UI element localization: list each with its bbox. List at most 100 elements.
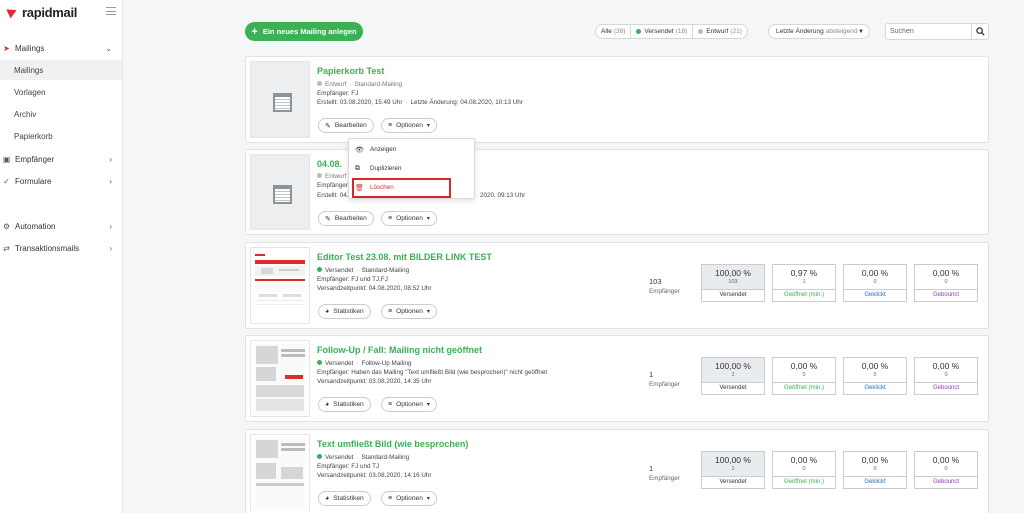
logo-mark-icon (6, 5, 19, 19)
options-button[interactable]: ≡ Optionen ▾ (381, 118, 437, 133)
options-button[interactable]: ≡ Optionen ▾ (381, 211, 437, 226)
sidebar-item-mailings-group[interactable]: ➤ Mailings ⌄ (0, 38, 122, 58)
mailing-title[interactable]: Papierkorb Test (317, 66, 384, 76)
mailing-card: Text umfließt Bild (wie besprochen) Vers… (245, 429, 989, 513)
check-icon: ✓ (3, 176, 10, 186)
mailing-recipients: Empfänger: FJ (317, 90, 359, 97)
stat-label: Geklickt (864, 479, 886, 485)
edit-button[interactable]: ✎ Bearbeiten (318, 211, 374, 226)
new-mailing-button[interactable]: + Ein neues Mailing anlegen (245, 22, 363, 41)
mailing-title[interactable]: Editor Test 23.08. mit BILDER LINK TEST (317, 252, 492, 262)
stat-sent[interactable]: 100,00 % 1 Versendet (701, 357, 765, 395)
stat-bounced[interactable]: 0,00 % 0 Gebounct (914, 264, 978, 302)
recipient-count-label: Empfänger (649, 475, 680, 482)
pencil-icon: ✎ (325, 215, 331, 223)
mailing-thumbnail[interactable] (250, 61, 310, 138)
statistics-button[interactable]: ◕ Statistiken (318, 397, 371, 412)
filter-draft[interactable]: Entwurf (21) (693, 25, 747, 38)
chevron-down-icon: ▾ (426, 309, 430, 315)
menu-icon: ≡ (388, 495, 393, 502)
sidebar-item-automation[interactable]: ⚙ Automation › (0, 216, 122, 236)
options-button[interactable]: ≡ Optionen ▾ (381, 304, 437, 319)
chevron-down-icon: ▾ (426, 402, 430, 408)
stat-sent[interactable]: 100,00 % 1 Versendet (701, 451, 765, 489)
chevron-down-icon: ▾ (426, 496, 430, 502)
recipient-count-label: Empfänger (649, 288, 680, 295)
stat-sent[interactable]: 100,00 % 103 Versendet (701, 264, 765, 302)
stat-label: Gebounct (932, 292, 960, 298)
collapse-sidebar-icon[interactable] (106, 7, 116, 15)
mailing-sent-at: Versandzeitpunkt: 04.08.2020, 08:52 Uhr (317, 285, 432, 292)
sidebar-item-papierkorb[interactable]: Papierkorb (0, 126, 122, 146)
stat-clicked[interactable]: 0,00 % 0 Geklickt (843, 357, 907, 395)
stat-value: 0,00 % (932, 455, 960, 465)
plus-icon: + (251, 25, 258, 38)
filter-sent[interactable]: Versendet (18) (631, 25, 694, 38)
send-icon: ➤ (3, 43, 10, 53)
statistics-button[interactable]: ◕ Statistiken (318, 304, 371, 319)
recipient-count-label: Empfänger (649, 381, 680, 388)
edit-button[interactable]: ✎ Bearbeiten (318, 118, 374, 133)
menu-item-label: Anzeigen (370, 146, 397, 153)
options-button[interactable]: ≡ Optionen ▾ (381, 491, 437, 506)
search-button[interactable] (971, 24, 988, 39)
stat-value: 0,00 % (790, 455, 818, 465)
stat-label: Versendet (719, 385, 747, 391)
statistics-button[interactable]: ◕ Statistiken (318, 491, 371, 506)
stat-count: 0 (944, 279, 948, 285)
mailing-status: Versendet (325, 360, 354, 367)
chevron-right-icon: › (109, 176, 112, 186)
menu-icon: ≡ (388, 215, 393, 222)
mailing-created: Erstellt: 04. (317, 192, 349, 199)
sidebar-item-transaktionsmails[interactable]: ⇄ Transaktionsmails › (0, 238, 122, 258)
sidebar-item-label: Formulare (15, 176, 52, 186)
stat-bounced[interactable]: 0,00 % 0 Gebounct (914, 357, 978, 395)
menu-item-duplicate[interactable]: ⧉ Duplizieren (355, 161, 470, 176)
mailing-title[interactable]: 04.08. (317, 159, 342, 169)
automation-icon: ⚙ (2, 221, 11, 231)
sort-select[interactable]: Letzte Änderung absteigend ▼ (768, 24, 870, 39)
app-logo[interactable]: rapidmail (6, 4, 77, 20)
options-button[interactable]: ≡ Optionen ▾ (381, 397, 437, 412)
status-dot-draft-icon (698, 29, 704, 34)
sidebar-item-vorlagen[interactable]: Vorlagen (0, 82, 122, 102)
sidebar-item-empfaenger[interactable]: ▣ Empfänger › (0, 149, 122, 169)
stat-opened[interactable]: 0,00 % 0 Geöffnet (min.) (772, 357, 836, 395)
stat-value: 0,00 % (861, 361, 889, 371)
mailing-changed: 2020, 09:13 Uhr (480, 192, 526, 199)
sidebar-item-mailings[interactable]: Mailings (0, 60, 122, 80)
mailing-thumbnail[interactable] (250, 154, 310, 230)
mailing-thumbnail[interactable] (250, 247, 310, 324)
mailing-status-line: Versendet · Standard-Mailing (317, 454, 409, 461)
mailing-thumbnail[interactable] (250, 340, 310, 417)
mailing-type: Standard-Mailing (361, 454, 410, 461)
menu-icon: ≡ (388, 308, 393, 315)
mailing-title[interactable]: Text umfließt Bild (wie besprochen) (317, 439, 468, 449)
stat-opened[interactable]: 0,97 % 1 Geöffnet (min.) (772, 264, 836, 302)
recipient-count: 1 (649, 464, 654, 473)
mailing-title[interactable]: Follow-Up / Fall: Mailing nicht geöffnet (317, 345, 482, 355)
stat-clicked[interactable]: 0,00 % 0 Geklickt (843, 264, 907, 302)
filter-label: Versendet (644, 28, 674, 35)
chevron-right-icon: › (109, 243, 112, 253)
mailing-dates: Erstellt: 03.08.2020, 15:49 Uhr · Letzte Ä… (317, 99, 523, 106)
stat-count: 1 (802, 279, 806, 285)
users-icon: ▣ (2, 154, 11, 164)
sidebar-item-label: Transaktionsmails (15, 243, 80, 253)
mailing-thumbnail[interactable] (250, 434, 310, 513)
menu-item-show[interactable]: 👁 Anzeigen (355, 142, 470, 157)
search-input[interactable] (886, 24, 971, 39)
menu-icon: ≡ (388, 401, 393, 408)
sidebar-item-archiv[interactable]: Archiv (0, 104, 122, 124)
filter-all[interactable]: Alle (38) (596, 25, 632, 38)
mailing-status-line: Entwurf · Standard-Mailing (317, 81, 402, 88)
stat-bounced[interactable]: 0,00 % 0 Gebounct (914, 451, 978, 489)
stat-label: Gebounct (932, 479, 960, 485)
eye-icon: 👁 (355, 146, 364, 154)
stat-label: Geöffnet (min.) (784, 292, 824, 298)
stat-opened[interactable]: 0,00 % 0 Geöffnet (min.) (772, 451, 836, 489)
stat-value: 0,00 % (932, 361, 960, 371)
statistics-label: Statistiken (333, 495, 364, 502)
stat-clicked[interactable]: 0,00 % 0 Geklickt (843, 451, 907, 489)
sidebar-item-formulare[interactable]: ✓ Formulare › (0, 171, 122, 191)
